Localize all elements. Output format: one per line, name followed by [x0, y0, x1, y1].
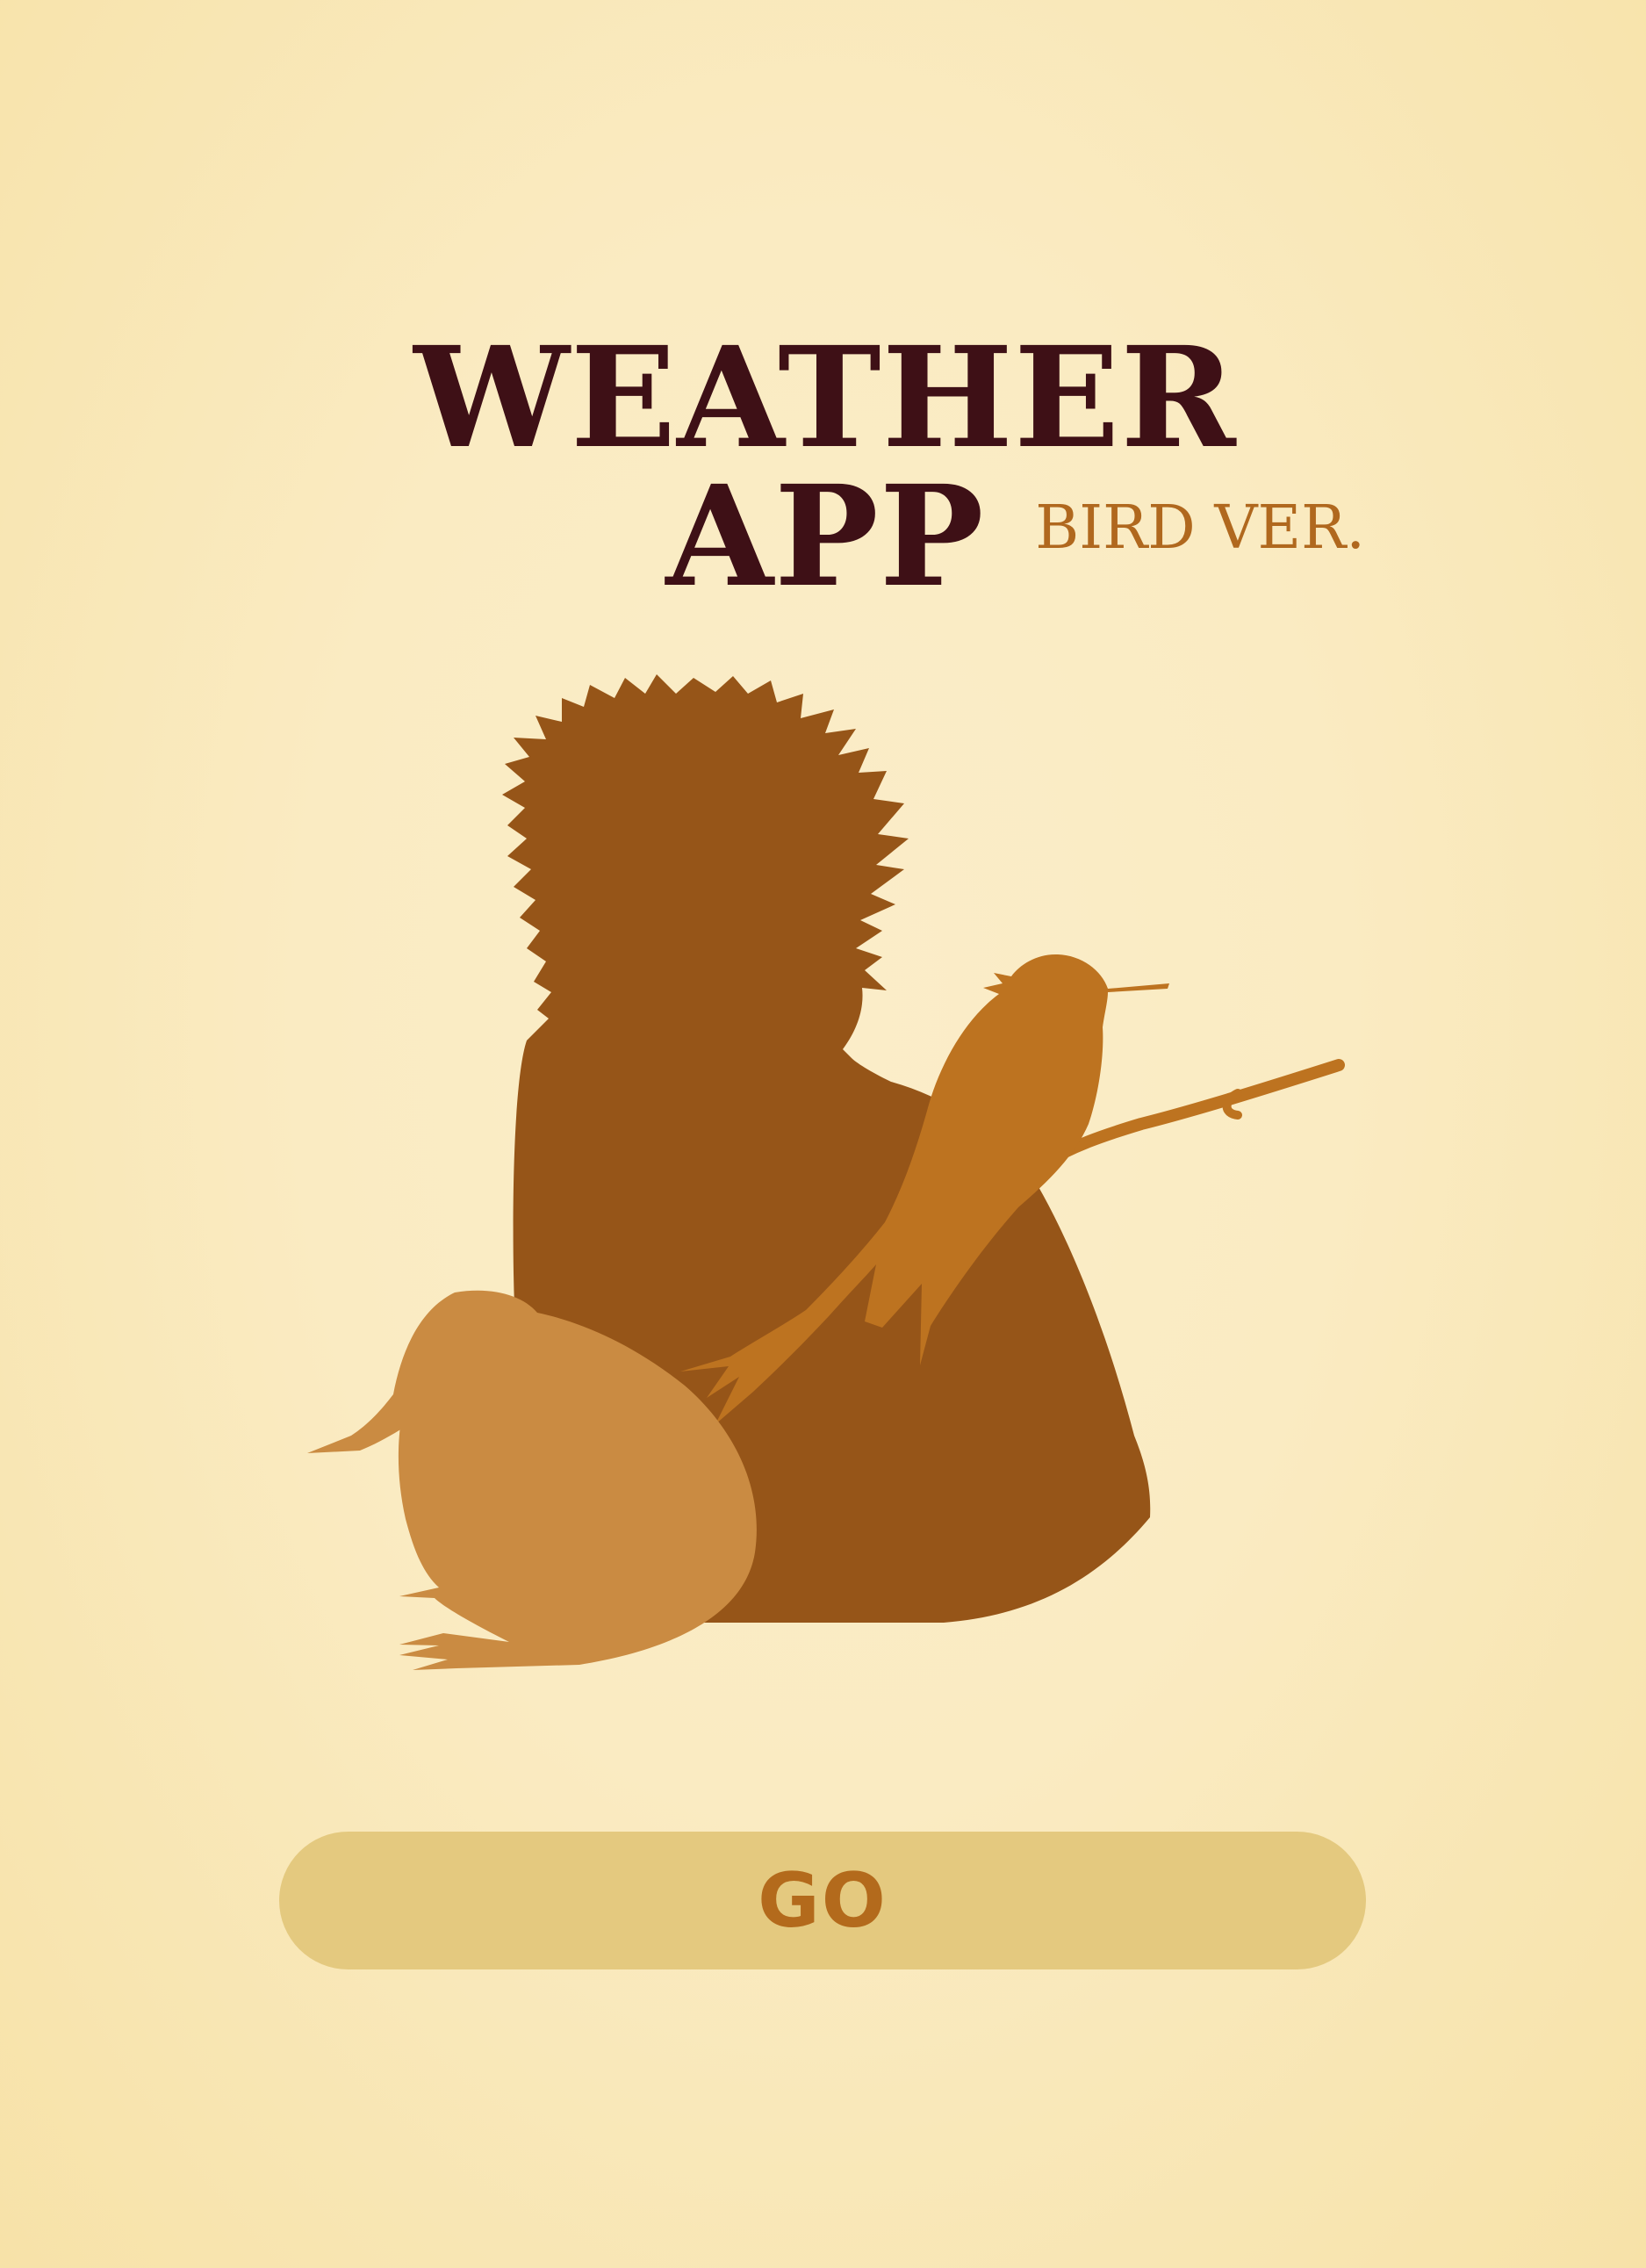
birds-illustration [307, 674, 1345, 1670]
app-subtitle: BIRD VER. [1035, 493, 1365, 563]
app-title: WEATHER APP [413, 317, 1237, 618]
go-button[interactable]: GO [279, 1832, 1366, 1969]
go-button-label: GO [758, 1856, 888, 1945]
launch-screen: WEATHER APP BIRD VER. GO [0, 0, 1646, 2268]
